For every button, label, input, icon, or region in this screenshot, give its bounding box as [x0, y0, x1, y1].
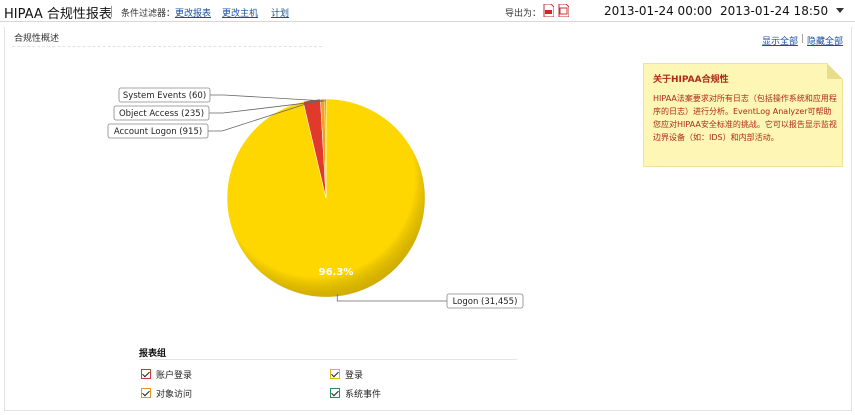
system-events-label: 系统事件: [345, 390, 382, 400]
object-access-label: 对象访问: [156, 390, 193, 400]
logon-checkbox[interactable]: [330, 369, 340, 379]
system-events-checkbox[interactable]: [330, 388, 340, 398]
leader-line-logon: [336, 294, 447, 302]
leader-line-system-events: [210, 94, 326, 102]
object-access-checkbox[interactable]: [141, 388, 151, 398]
slice-label-account-logon: Account Logon (915): [114, 127, 202, 137]
account-logon-label: 账户登录: [156, 371, 193, 381]
slice-label-system-events: System Events (60): [123, 91, 206, 101]
account-logon-checkbox[interactable]: [141, 369, 151, 379]
report-group-divider: [139, 359, 517, 360]
logon-label: 登录: [345, 371, 364, 381]
compliance-pie-chart: Logon (31,455) Account Logon (915) Object …: [107, 87, 524, 309]
report-group-title: 报表组: [139, 349, 167, 359]
slice-label-object-access: Object Access (235): [119, 109, 204, 119]
pie-percent-label: 96.3%: [319, 267, 354, 278]
slice-label-logon: Logon (31,455): [453, 297, 518, 307]
